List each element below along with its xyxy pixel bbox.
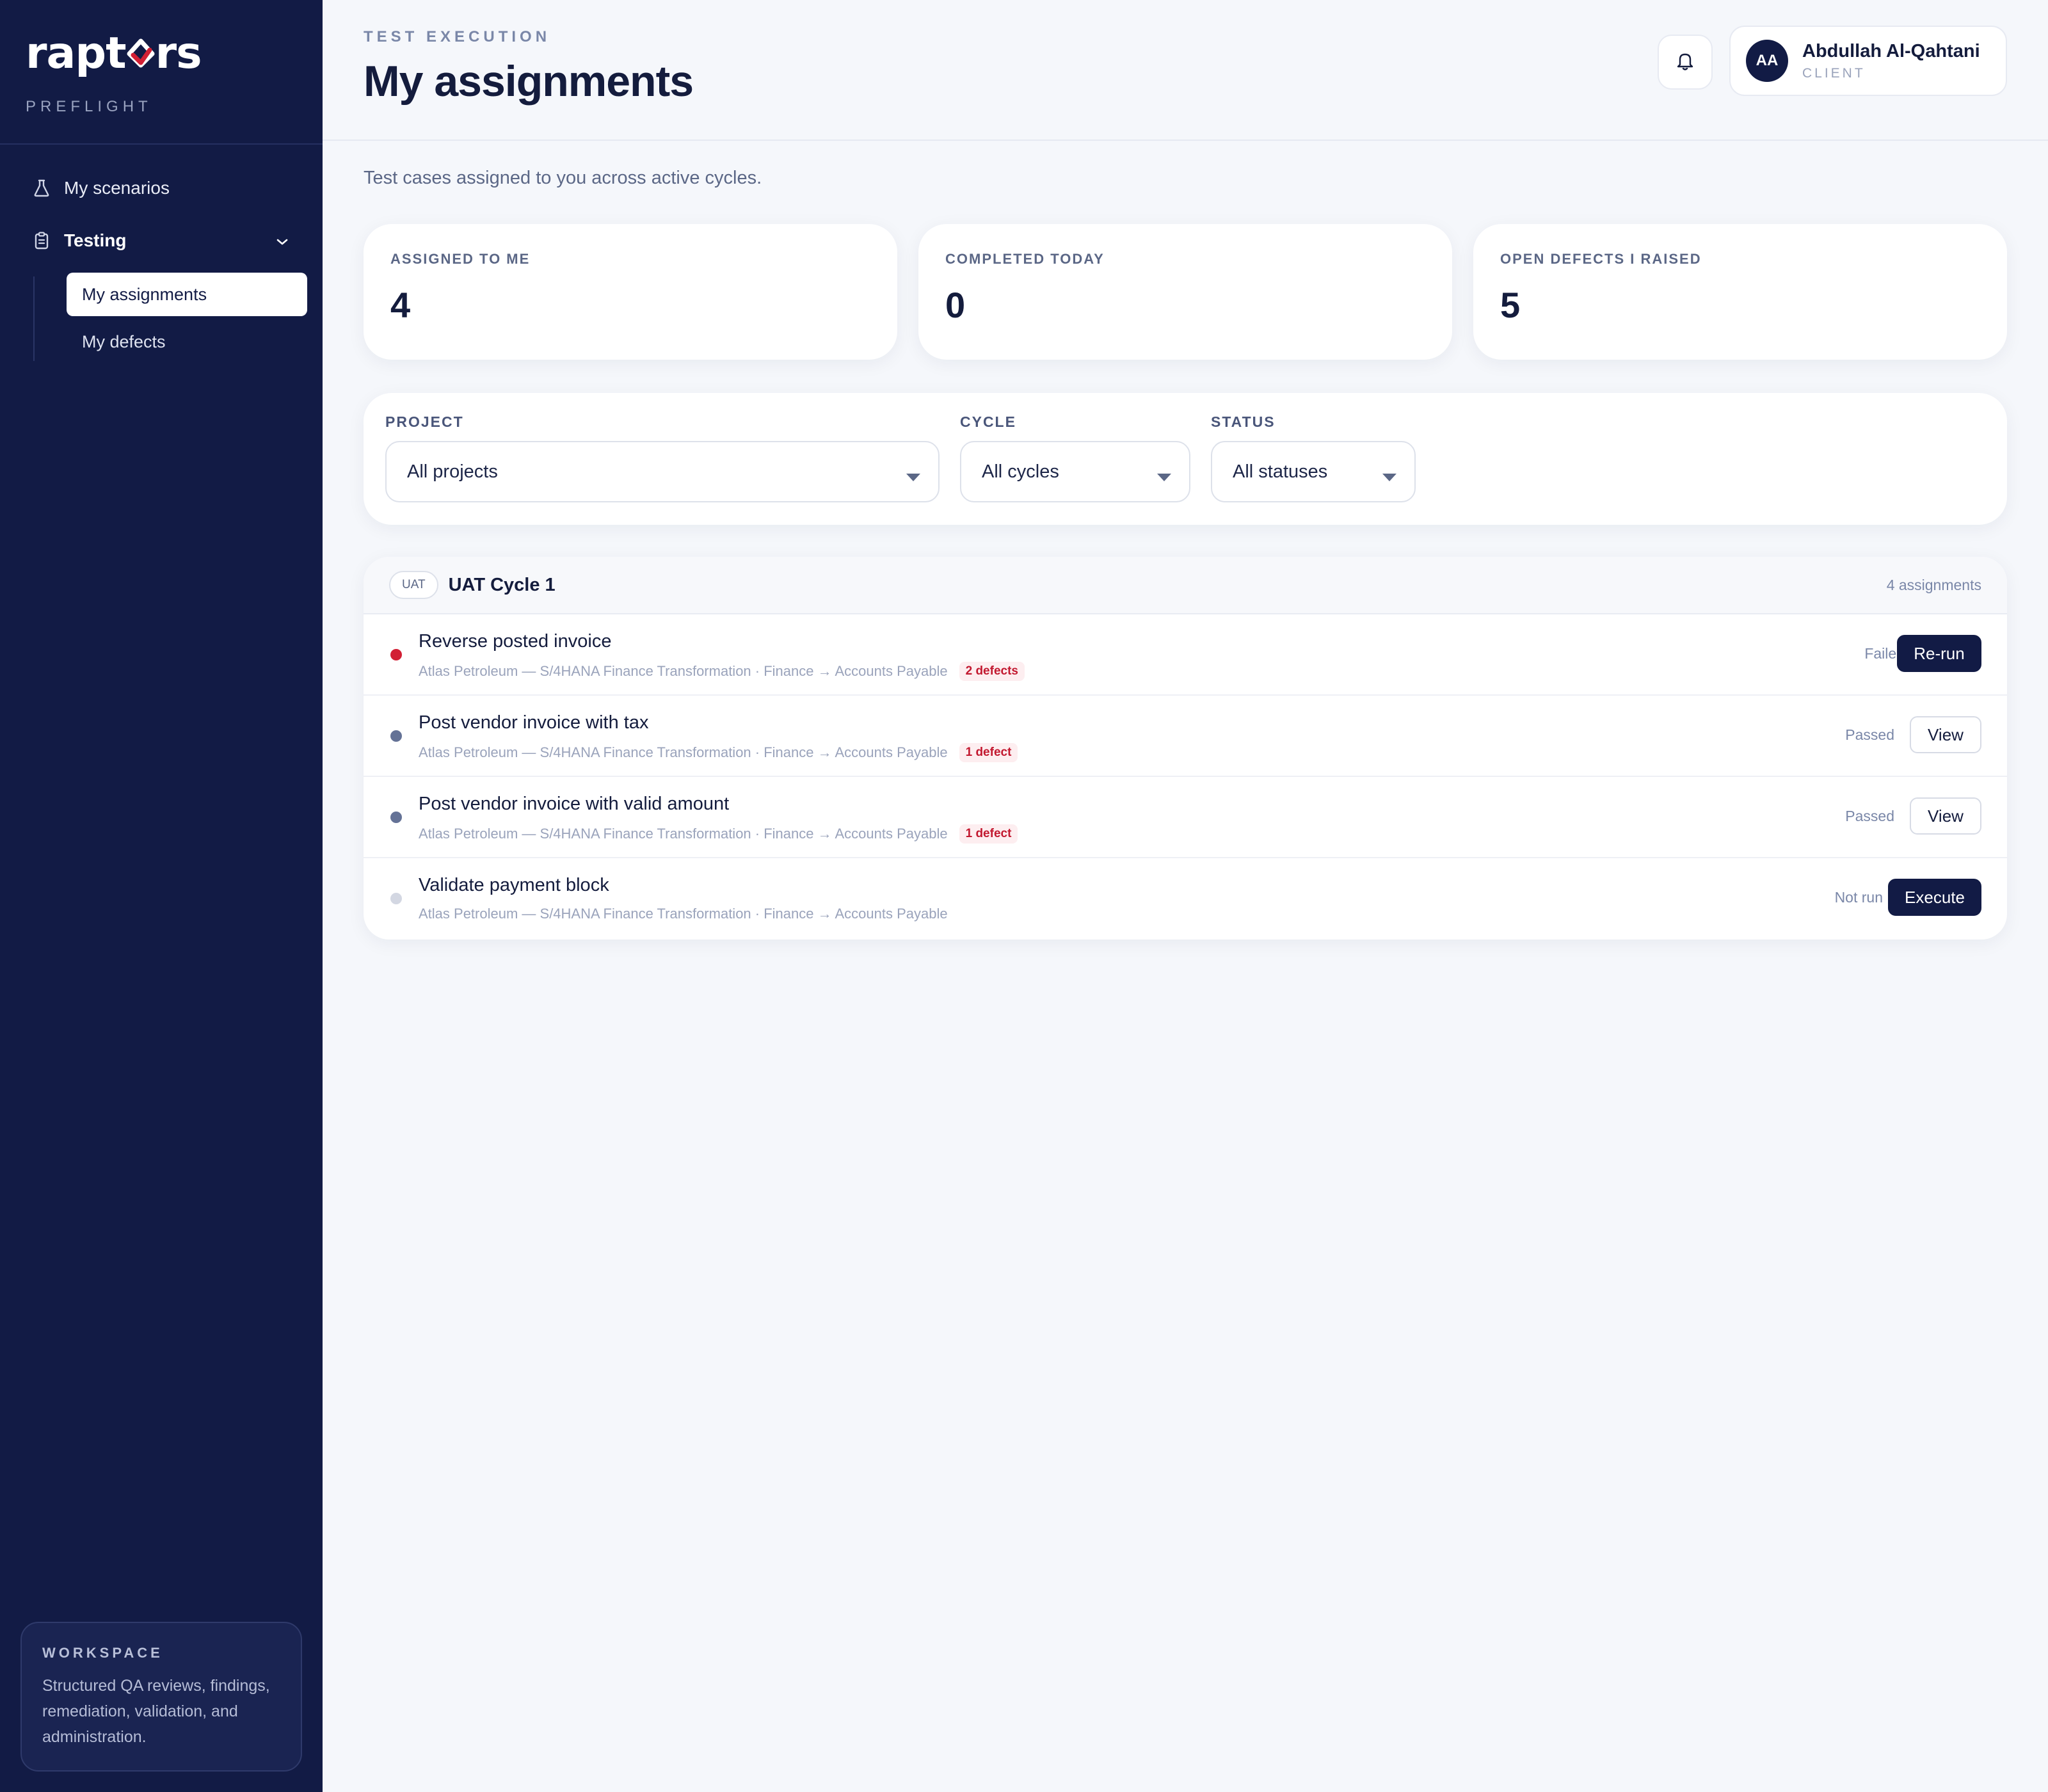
subnav-rail (33, 276, 35, 361)
filters-panel: PROJECT All projects CYCLE All cycles ST… (364, 393, 2007, 525)
select-value: All projects (407, 461, 498, 482)
stat-value: 4 (390, 285, 411, 325)
test-case-meta: Atlas Petroleum — S/4HANA Finance Transf… (419, 906, 948, 922)
logo-text-suffix: rs (155, 28, 202, 79)
status-dot (390, 730, 402, 742)
table-row[interactable]: Post vendor invoice with valid amount At… (364, 777, 2007, 858)
caret-down-icon (905, 467, 922, 488)
table-row[interactable]: Validate payment block Atlas Petroleum —… (364, 858, 2007, 940)
test-case-title[interactable]: Reverse posted invoice (419, 631, 611, 652)
defect-badge[interactable]: 1 defect (959, 743, 1018, 762)
sidebar-divider (0, 143, 323, 145)
cycle-badge: UAT (389, 571, 438, 599)
filter-label: CYCLE (960, 413, 1016, 430)
test-case-path: Atlas Petroleum — S/4HANA Finance Transf… (419, 744, 948, 760)
status-dot (390, 649, 402, 660)
avatar: AA (1746, 40, 1788, 82)
stat-label: OPEN DEFECTS I RAISED (1500, 251, 1702, 267)
stat-value: 0 (945, 285, 966, 325)
sidebar-nav: My scenarios Testing My assignments My d… (0, 170, 323, 367)
brand: rapt rs PREFLIGHT (26, 28, 202, 116)
filter-label: STATUS (1211, 413, 1276, 430)
status-text: Passed (1845, 726, 1894, 743)
logo-text-prefix: rapt (26, 28, 127, 79)
caret-down-icon (1381, 467, 1398, 488)
test-case-path: Atlas Petroleum — S/4HANA Finance Transf… (419, 826, 948, 842)
logo-mark-icon (127, 35, 155, 68)
sidebar-item-label: My scenarios (64, 178, 170, 198)
test-case-title[interactable]: Validate payment block (419, 875, 609, 896)
stat-label: ASSIGNED TO ME (390, 251, 531, 267)
user-info: Abdullah Al-Qahtani CLIENT (1802, 41, 1980, 81)
status-text: Passed (1845, 808, 1894, 824)
user-name: Abdullah Al-Qahtani (1802, 40, 1980, 61)
test-case-meta: Atlas Petroleum — S/4HANA Finance Transf… (419, 662, 1025, 681)
test-case-path: Atlas Petroleum — S/4HANA Finance Transf… (419, 663, 948, 679)
caret-down-icon (1156, 467, 1172, 488)
rerun-button[interactable]: Re-run (1897, 635, 1981, 672)
status-dot (390, 812, 402, 823)
test-case-meta: Atlas Petroleum — S/4HANA Finance Transf… (419, 743, 1018, 762)
status-select[interactable]: All statuses (1211, 441, 1416, 502)
user-menu[interactable]: AA Abdullah Al-Qahtani CLIENT (1729, 26, 2007, 96)
stat-card-open-defects: OPEN DEFECTS I RAISED 5 (1473, 224, 2007, 360)
cycle-select[interactable]: All cycles (960, 441, 1190, 502)
cycle-group: UAT UAT Cycle 1 4 assignments Reverse po… (364, 557, 2007, 940)
project-select[interactable]: All projects (385, 441, 940, 502)
stat-card-completed-today: COMPLETED TODAY 0 (918, 224, 1452, 360)
bell-icon (1676, 51, 1695, 74)
table-row[interactable]: Post vendor invoice with tax Atlas Petro… (364, 696, 2007, 777)
assignment-count: 4 assignments (1886, 576, 1981, 593)
workspace-title: WORKSPACE (42, 1645, 163, 1661)
chevron-down-icon[interactable] (275, 230, 289, 251)
notifications-button[interactable] (1658, 35, 1713, 90)
cycle-name: UAT Cycle 1 (448, 574, 556, 595)
testing-subnav: My assignments My defects (0, 273, 323, 364)
product-name: PREFLIGHT (26, 98, 152, 115)
page-title: My assignments (364, 57, 694, 106)
filter-label: PROJECT (385, 413, 464, 430)
sidebar-item-label: Testing (64, 230, 127, 250)
select-value: All statuses (1233, 461, 1328, 482)
workspace-description: Structured QA reviews, findings, remedia… (42, 1677, 270, 1746)
test-case-meta: Atlas Petroleum — S/4HANA Finance Transf… (419, 824, 1018, 844)
logo[interactable]: rapt rs (26, 28, 202, 79)
flask-icon (32, 179, 51, 198)
page-eyebrow: TEST EXECUTION (364, 28, 551, 45)
sidebar-item-testing[interactable]: Testing (0, 223, 323, 259)
status-filter: STATUS All statuses (1211, 413, 1416, 502)
user-role: CLIENT (1802, 65, 1866, 81)
stat-card-assigned: ASSIGNED TO ME 4 (364, 224, 897, 360)
sidebar: rapt rs PREFLIGHT My scenarios Testing M… (0, 0, 323, 1792)
status-dot (390, 893, 402, 904)
sidebar-item-my-scenarios[interactable]: My scenarios (0, 170, 323, 206)
page-subtitle: Test cases assigned to you across active… (364, 168, 762, 188)
test-case-path: Atlas Petroleum — S/4HANA Finance Transf… (419, 906, 948, 922)
view-button[interactable]: View (1910, 797, 1981, 835)
view-button[interactable]: View (1910, 716, 1981, 753)
defect-badge[interactable]: 2 defects (959, 662, 1025, 681)
cycle-header: UAT UAT Cycle 1 4 assignments (364, 557, 2007, 614)
stat-label: COMPLETED TODAY (945, 251, 1105, 267)
table-row[interactable]: Reverse posted invoice Atlas Petroleum —… (364, 614, 2007, 696)
sidebar-item-my-assignments[interactable]: My assignments (67, 273, 307, 316)
project-filter: PROJECT All projects (385, 413, 940, 502)
stat-value: 5 (1500, 285, 1521, 325)
test-case-title[interactable]: Post vendor invoice with valid amount (419, 794, 729, 815)
page-header: TEST EXECUTION My assignments AA Abdulla… (323, 0, 2048, 141)
clipboard-icon (32, 231, 51, 250)
workspace-card: WORKSPACE Structured QA reviews, finding… (20, 1622, 302, 1772)
execute-button[interactable]: Execute (1888, 879, 1981, 916)
sidebar-item-my-defects[interactable]: My defects (67, 320, 307, 364)
select-value: All cycles (982, 461, 1059, 482)
status-text: Not run (1834, 889, 1883, 906)
defect-badge[interactable]: 1 defect (959, 824, 1018, 844)
cycle-filter: CYCLE All cycles (960, 413, 1190, 502)
test-case-title[interactable]: Post vendor invoice with tax (419, 712, 648, 733)
